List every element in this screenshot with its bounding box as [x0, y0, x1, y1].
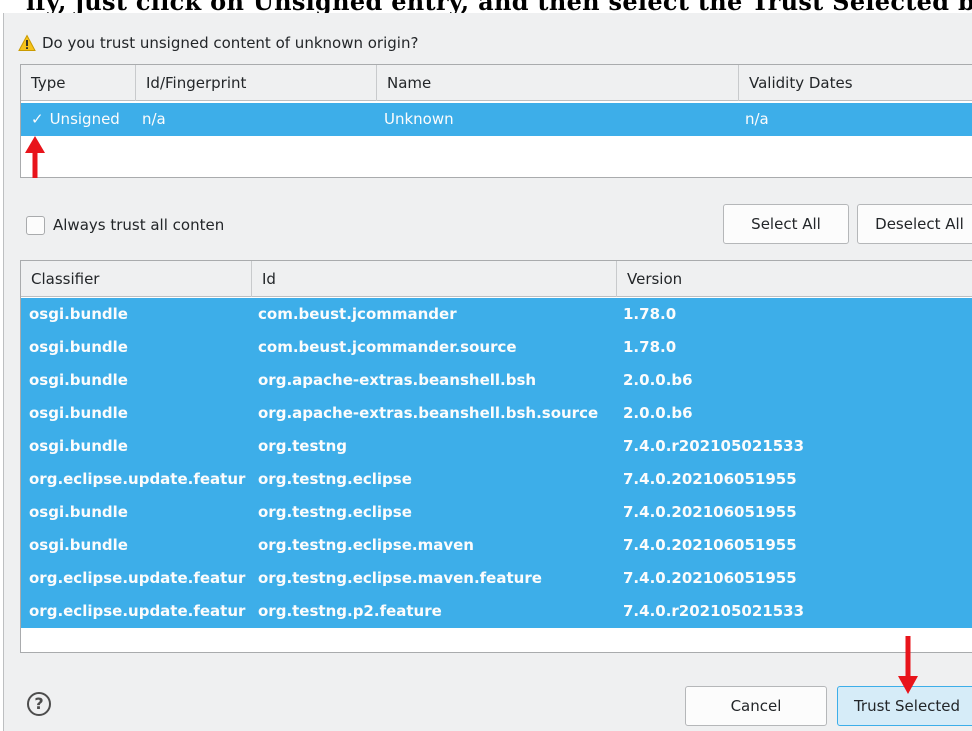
tutorial-caption-text: ify, just click on Unsigned entry, and t…: [26, 0, 972, 13]
version-cell: 7.4.0.r202105021533: [623, 602, 805, 620]
table-row[interactable]: osgi.bundle com.beust.jcommander 1.78.0: [21, 298, 972, 331]
table-row[interactable]: osgi.bundle org.testng.eclipse 7.4.0.20210…: [21, 496, 972, 529]
annotation-arrow-down-icon: [898, 636, 918, 694]
id-cell: org.apache-extras.beanshell.bsh: [258, 371, 537, 389]
version-cell: 7.4.0.202106051955: [623, 536, 797, 554]
version-cell: 7.4.0.202106051955: [623, 470, 797, 488]
version-cell: 7.4.0.r202105021533: [623, 437, 805, 455]
checkmark-icon: ✓: [31, 110, 44, 128]
id-cell: org.testng.eclipse.maven: [258, 536, 474, 554]
column-header-version[interactable]: Version: [617, 261, 972, 297]
classifier-cell: org.eclipse.update.featur: [29, 602, 246, 620]
annotation-arrow-up-icon: [25, 136, 45, 178]
table-row[interactable]: osgi.bundle org.apache-extras.beanshell.b…: [21, 364, 972, 397]
table-row[interactable]: org.eclipse.update.featur org.testng.p2.f…: [21, 595, 972, 628]
tutorial-caption: ify, just click on Unsigned entry, and t…: [0, 0, 972, 13]
table-row[interactable]: osgi.bundle org.testng.eclipse.maven 7.4.0…: [21, 529, 972, 562]
column-header-type[interactable]: Type: [21, 65, 136, 101]
table-row[interactable]: org.eclipse.update.featur org.testng.ecli…: [21, 562, 972, 595]
id-cell: org.apache-extras.beanshell.bsh.source: [258, 404, 599, 422]
classifier-cell: org.eclipse.update.featur: [29, 569, 246, 587]
column-header-validity[interactable]: Validity Dates: [739, 65, 972, 101]
classifier-cell: osgi.bundle: [29, 338, 128, 356]
trust-dialog: Do you trust unsigned content of unknown…: [3, 13, 972, 731]
column-header-classifier[interactable]: Classifier: [21, 261, 252, 297]
table-row[interactable]: osgi.bundle com.beust.jcommander.source 1.…: [21, 331, 972, 364]
trust-prompt-text: Do you trust unsigned content of unknown…: [42, 34, 419, 52]
trust-table[interactable]: Type Id/Fingerprint Name Validity Dates …: [20, 64, 972, 178]
version-cell: 7.4.0.202106051955: [623, 569, 797, 587]
select-all-button[interactable]: Select All: [723, 204, 849, 244]
table-row[interactable]: org.eclipse.update.featur org.testng.ecli…: [21, 463, 972, 496]
version-cell: 7.4.0.202106051955: [623, 503, 797, 521]
id-cell: org.testng: [258, 437, 347, 455]
id-cell: com.beust.jcommander.source: [258, 338, 517, 356]
type-cell: ✓ Unsigned: [25, 103, 135, 136]
table-row-unsigned[interactable]: ✓ Unsigned n/a Unknown n/a: [21, 103, 972, 136]
cancel-button[interactable]: Cancel: [685, 686, 827, 726]
id-cell: org.testng.eclipse: [258, 470, 412, 488]
classifier-cell: osgi.bundle: [29, 305, 128, 323]
trust-prompt: Do you trust unsigned content of unknown…: [18, 31, 418, 55]
classifier-cell: osgi.bundle: [29, 371, 128, 389]
type-value: Unsigned: [49, 110, 120, 128]
name-cell: Unknown: [384, 110, 454, 128]
table-row[interactable]: osgi.bundle org.testng 7.4.0.r202105021533: [21, 430, 972, 463]
id-cell: com.beust.jcommander: [258, 305, 457, 323]
classifier-cell: osgi.bundle: [29, 437, 128, 455]
version-cell: 1.78.0: [623, 338, 677, 356]
version-cell: 1.78.0: [623, 305, 677, 323]
classifier-cell: osgi.bundle: [29, 503, 128, 521]
classifier-cell: osgi.bundle: [29, 536, 128, 554]
help-icon[interactable]: ?: [27, 692, 51, 716]
version-cell: 2.0.0.b6: [623, 404, 693, 422]
table-row[interactable]: osgi.bundle org.apache-extras.beanshell.b…: [21, 397, 972, 430]
column-header-fingerprint[interactable]: Id/Fingerprint: [136, 65, 377, 101]
warning-triangle-icon: [18, 34, 36, 51]
always-trust-option[interactable]: Always trust all conten: [26, 213, 224, 237]
units-table-header: Classifier Id Version: [21, 261, 972, 297]
always-trust-checkbox[interactable]: [26, 215, 45, 235]
column-header-name[interactable]: Name: [377, 65, 739, 101]
validity-cell: n/a: [745, 110, 769, 128]
deselect-all-button[interactable]: Deselect All: [857, 204, 972, 244]
units-table[interactable]: Classifier Id Version osgi.bundle com.beu…: [20, 260, 972, 653]
classifier-cell: org.eclipse.update.featur: [29, 470, 246, 488]
id-cell: org.testng.eclipse.maven.feature: [258, 569, 542, 587]
classifier-cell: osgi.bundle: [29, 404, 128, 422]
id-cell: org.testng.eclipse: [258, 503, 412, 521]
id-cell: org.testng.p2.feature: [258, 602, 442, 620]
trust-table-header: Type Id/Fingerprint Name Validity Dates: [21, 65, 972, 101]
fingerprint-cell: n/a: [142, 110, 166, 128]
column-header-id[interactable]: Id: [252, 261, 617, 297]
version-cell: 2.0.0.b6: [623, 371, 693, 389]
always-trust-label: Always trust all conten: [53, 216, 225, 234]
